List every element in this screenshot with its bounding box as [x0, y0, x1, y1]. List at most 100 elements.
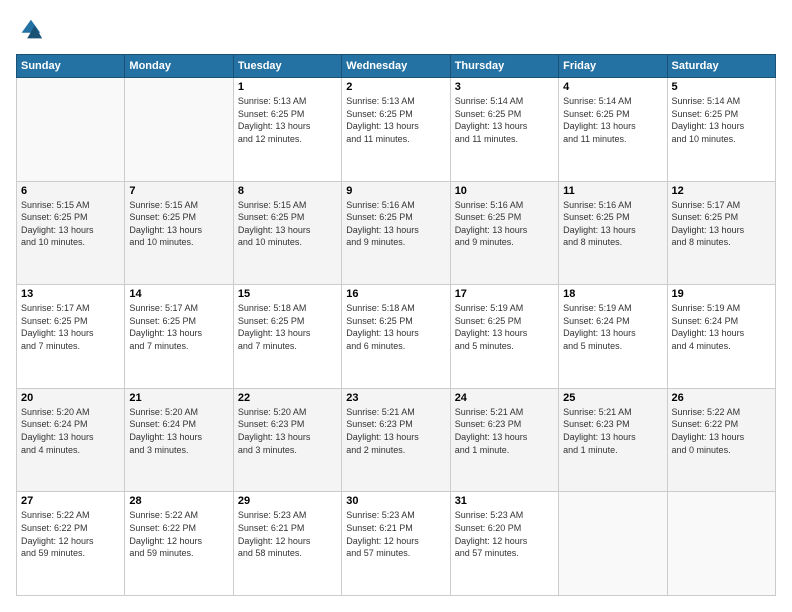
- day-number: 19: [672, 288, 771, 300]
- day-header-friday: Friday: [559, 55, 667, 78]
- calendar-cell: 1 Sunrise: 5:13 AM Sunset: 6:25 PM Daylig…: [233, 78, 341, 182]
- calendar-cell: 11 Sunrise: 5:16 AM Sunset: 6:25 PM Dayli…: [559, 181, 667, 285]
- day-info: Sunrise: 5:20 AM Sunset: 6:24 PM Dayligh…: [21, 406, 120, 456]
- day-header-saturday: Saturday: [667, 55, 775, 78]
- day-number: 5: [672, 81, 771, 93]
- day-info: Sunrise: 5:23 AM Sunset: 6:21 PM Dayligh…: [346, 509, 445, 559]
- day-number: 12: [672, 185, 771, 197]
- calendar-cell: 26 Sunrise: 5:22 AM Sunset: 6:22 PM Dayli…: [667, 388, 775, 492]
- calendar-cell: 21Sunrise: 5:20 AM Sunset: 6:24 PM Dayli…: [125, 388, 233, 492]
- header: [16, 16, 776, 44]
- calendar-cell: 8 Sunrise: 5:15 AM Sunset: 6:25 PM Daylig…: [233, 181, 341, 285]
- day-info: Sunrise: 5:18 AM Sunset: 6:25 PM Dayligh…: [238, 302, 337, 352]
- day-info: Sunrise: 5:22 AM Sunset: 6:22 PM Dayligh…: [21, 509, 120, 559]
- day-info: Sunrise: 5:13 AM Sunset: 6:25 PM Dayligh…: [238, 95, 337, 145]
- day-number: 10: [455, 185, 554, 197]
- day-number: 18: [563, 288, 662, 300]
- calendar-cell: 13 Sunrise: 5:17 AM Sunset: 6:25 PM Dayli…: [17, 285, 125, 389]
- day-info: Sunrise: 5:14 AM Sunset: 6:25 PM Dayligh…: [455, 95, 554, 145]
- week-row-3: 20 Sunrise: 5:20 AM Sunset: 6:24 PM Dayli…: [17, 388, 776, 492]
- calendar-cell: 16 Sunrise: 5:18 AM Sunset: 6:25 PM Dayli…: [342, 285, 450, 389]
- day-info: Sunrise: 5:14 AM Sunset: 6:25 PM Dayligh…: [563, 95, 662, 145]
- day-number: 3: [455, 81, 554, 93]
- day-number: 28: [129, 495, 228, 507]
- calendar-cell: 30 Sunrise: 5:23 AM Sunset: 6:21 PM Dayli…: [342, 492, 450, 596]
- day-info: Sunrise: 5:23 AM Sunset: 6:20 PM Dayligh…: [455, 509, 554, 559]
- week-row-0: 1 Sunrise: 5:13 AM Sunset: 6:25 PM Daylig…: [17, 78, 776, 182]
- day-number: 13: [21, 288, 120, 300]
- calendar-cell: 2Sunrise: 5:13 AM Sunset: 6:25 PM Daylig…: [342, 78, 450, 182]
- day-info: Sunrise: 5:19 AM Sunset: 6:24 PM Dayligh…: [672, 302, 771, 352]
- calendar-cell: [125, 78, 233, 182]
- day-info: Sunrise: 5:19 AM Sunset: 6:25 PM Dayligh…: [455, 302, 554, 352]
- day-header-thursday: Thursday: [450, 55, 558, 78]
- calendar-header-row: SundayMondayTuesdayWednesdayThursdayFrid…: [17, 55, 776, 78]
- week-row-1: 6 Sunrise: 5:15 AM Sunset: 6:25 PM Daylig…: [17, 181, 776, 285]
- day-info: Sunrise: 5:15 AM Sunset: 6:25 PM Dayligh…: [129, 199, 228, 249]
- day-info: Sunrise: 5:22 AM Sunset: 6:22 PM Dayligh…: [129, 509, 228, 559]
- calendar-cell: 15 Sunrise: 5:18 AM Sunset: 6:25 PM Dayli…: [233, 285, 341, 389]
- calendar-cell: 14 Sunrise: 5:17 AM Sunset: 6:25 PM Dayli…: [125, 285, 233, 389]
- day-number: 30: [346, 495, 445, 507]
- day-info: Sunrise: 5:15 AM Sunset: 6:25 PM Dayligh…: [21, 199, 120, 249]
- day-info: Sunrise: 5:20 AM Sunset: 6:23 PM Dayligh…: [238, 406, 337, 456]
- day-number: 6: [21, 185, 120, 197]
- day-info: Sunrise: 5:16 AM Sunset: 6:25 PM Dayligh…: [563, 199, 662, 249]
- calendar-cell: 17 Sunrise: 5:19 AM Sunset: 6:25 PM Dayli…: [450, 285, 558, 389]
- calendar-cell: 18 Sunrise: 5:19 AM Sunset: 6:24 PM Dayli…: [559, 285, 667, 389]
- day-number: 8: [238, 185, 337, 197]
- day-number: 25: [563, 392, 662, 404]
- calendar-cell: [17, 78, 125, 182]
- day-number: 29: [238, 495, 337, 507]
- day-number: 11: [563, 185, 662, 197]
- day-info: Sunrise: 5:18 AM Sunset: 6:25 PM Dayligh…: [346, 302, 445, 352]
- day-number: 15: [238, 288, 337, 300]
- day-info: Sunrise: 5:16 AM Sunset: 6:25 PM Dayligh…: [346, 199, 445, 249]
- day-number: 17: [455, 288, 554, 300]
- day-info: Sunrise: 5:23 AM Sunset: 6:21 PM Dayligh…: [238, 509, 337, 559]
- calendar-cell: 20 Sunrise: 5:20 AM Sunset: 6:24 PM Dayli…: [17, 388, 125, 492]
- calendar-cell: 3 Sunrise: 5:14 AM Sunset: 6:25 PM Daylig…: [450, 78, 558, 182]
- day-info: Sunrise: 5:21 AM Sunset: 6:23 PM Dayligh…: [455, 406, 554, 456]
- day-info: Sunrise: 5:21 AM Sunset: 6:23 PM Dayligh…: [346, 406, 445, 456]
- page: SundayMondayTuesdayWednesdayThursdayFrid…: [0, 0, 792, 612]
- day-number: 23: [346, 392, 445, 404]
- day-number: 26: [672, 392, 771, 404]
- day-number: 1: [238, 81, 337, 93]
- day-info: Sunrise: 5:22 AM Sunset: 6:22 PM Dayligh…: [672, 406, 771, 456]
- calendar-cell: 19 Sunrise: 5:19 AM Sunset: 6:24 PM Dayli…: [667, 285, 775, 389]
- day-number: 16: [346, 288, 445, 300]
- logo-icon: [16, 16, 44, 44]
- calendar-cell: 29 Sunrise: 5:23 AM Sunset: 6:21 PM Dayli…: [233, 492, 341, 596]
- day-header-tuesday: Tuesday: [233, 55, 341, 78]
- calendar-cell: 27Sunrise: 5:22 AM Sunset: 6:22 PM Dayli…: [17, 492, 125, 596]
- day-number: 14: [129, 288, 228, 300]
- day-info: Sunrise: 5:21 AM Sunset: 6:23 PM Dayligh…: [563, 406, 662, 456]
- day-number: 4: [563, 81, 662, 93]
- calendar-cell: 7 Sunrise: 5:15 AM Sunset: 6:25 PM Daylig…: [125, 181, 233, 285]
- logo: [16, 16, 48, 44]
- calendar-cell: [667, 492, 775, 596]
- day-header-sunday: Sunday: [17, 55, 125, 78]
- day-info: Sunrise: 5:17 AM Sunset: 6:25 PM Dayligh…: [21, 302, 120, 352]
- day-number: 20: [21, 392, 120, 404]
- calendar-table: SundayMondayTuesdayWednesdayThursdayFrid…: [16, 54, 776, 596]
- day-number: 7: [129, 185, 228, 197]
- day-info: Sunrise: 5:14 AM Sunset: 6:25 PM Dayligh…: [672, 95, 771, 145]
- day-header-monday: Monday: [125, 55, 233, 78]
- calendar-cell: 24 Sunrise: 5:21 AM Sunset: 6:23 PM Dayli…: [450, 388, 558, 492]
- day-number: 21: [129, 392, 228, 404]
- day-info: Sunrise: 5:15 AM Sunset: 6:25 PM Dayligh…: [238, 199, 337, 249]
- calendar-cell: 28 Sunrise: 5:22 AM Sunset: 6:22 PM Dayli…: [125, 492, 233, 596]
- calendar-cell: 6 Sunrise: 5:15 AM Sunset: 6:25 PM Daylig…: [17, 181, 125, 285]
- day-number: 24: [455, 392, 554, 404]
- day-info: Sunrise: 5:19 AM Sunset: 6:24 PM Dayligh…: [563, 302, 662, 352]
- day-info: Sunrise: 5:17 AM Sunset: 6:25 PM Dayligh…: [129, 302, 228, 352]
- calendar-cell: 12Sunrise: 5:17 AM Sunset: 6:25 PM Dayli…: [667, 181, 775, 285]
- week-row-4: 27Sunrise: 5:22 AM Sunset: 6:22 PM Dayli…: [17, 492, 776, 596]
- calendar-cell: 23 Sunrise: 5:21 AM Sunset: 6:23 PM Dayli…: [342, 388, 450, 492]
- calendar-cell: [559, 492, 667, 596]
- day-info: Sunrise: 5:16 AM Sunset: 6:25 PM Dayligh…: [455, 199, 554, 249]
- day-number: 9: [346, 185, 445, 197]
- calendar-cell: 22Sunrise: 5:20 AM Sunset: 6:23 PM Dayli…: [233, 388, 341, 492]
